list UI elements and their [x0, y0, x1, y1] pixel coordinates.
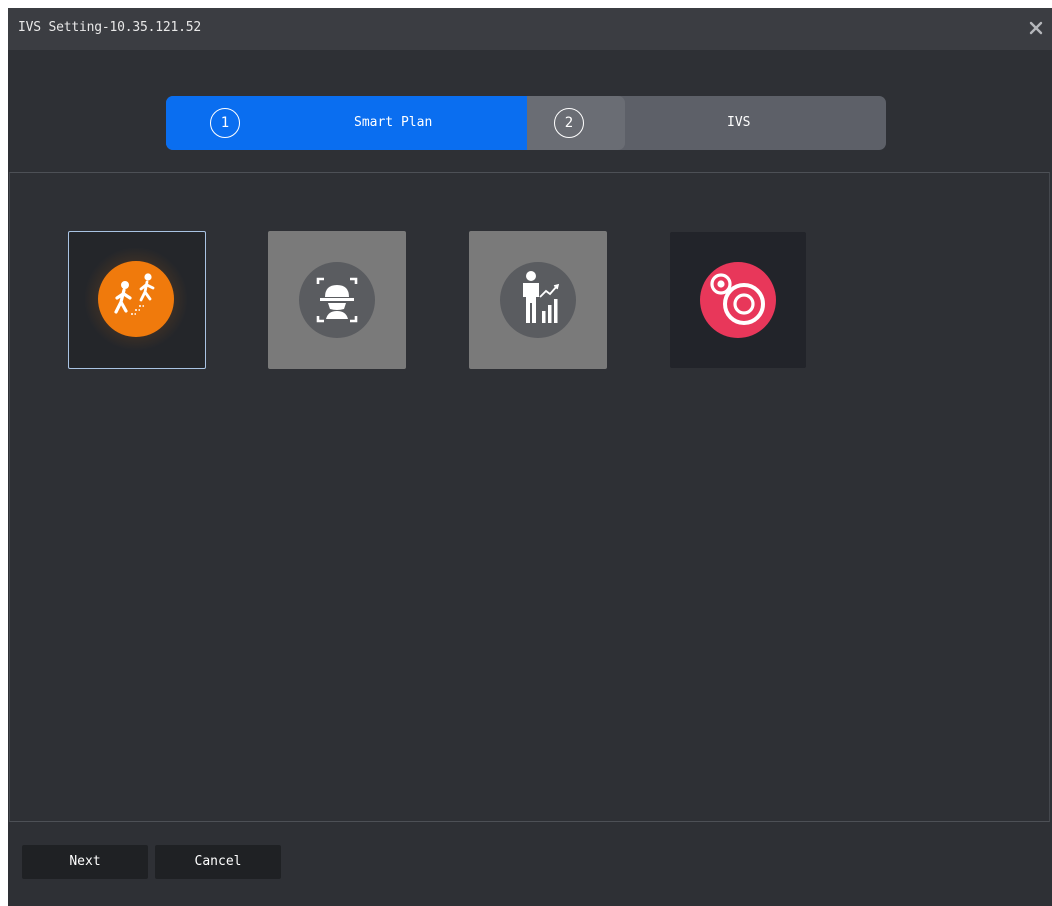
smart-plan-face-detection[interactable] [268, 231, 406, 369]
step-number: 1 [210, 108, 240, 138]
smart-plan-ivs[interactable] [670, 232, 806, 368]
ivs-target-icon [700, 262, 776, 338]
smart-plan-people-statistics[interactable] [469, 231, 607, 369]
smart-plan-people-counting[interactable] [68, 231, 206, 369]
step-label: Smart Plan [354, 115, 433, 130]
step-label: IVS [727, 115, 751, 130]
next-button[interactable]: Next [22, 845, 148, 879]
people-statistics-icon [500, 262, 576, 338]
step-indicator: 1 Smart Plan 2 IVS [166, 96, 886, 150]
window-title: IVS Setting-10.35.121.52 [18, 20, 202, 35]
smart-plan-grid [9, 172, 1050, 822]
cancel-button[interactable]: Cancel [155, 845, 281, 879]
step-number: 2 [554, 108, 584, 138]
close-button[interactable] [1024, 16, 1048, 40]
ivs-setting-dialog: IVS Setting-10.35.121.52 1 Smart Plan 2 … [8, 8, 1052, 906]
step-smart-plan[interactable]: 1 Smart Plan [166, 96, 527, 150]
close-icon [1029, 21, 1043, 35]
face-detection-icon [299, 262, 375, 338]
step-ivs[interactable]: 2 IVS [527, 96, 886, 150]
title-bar: IVS Setting-10.35.121.52 [8, 8, 1052, 50]
people-counting-icon [84, 247, 188, 351]
